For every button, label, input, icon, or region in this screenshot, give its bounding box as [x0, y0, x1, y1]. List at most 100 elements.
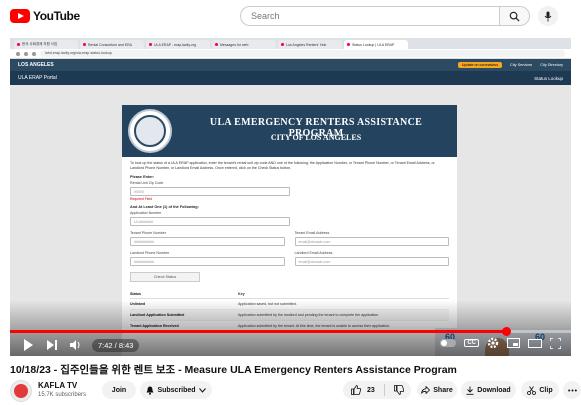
channel-avatar-inner — [14, 384, 28, 398]
program-banner: ULA EMERGENCY RENTERS ASSISTANCE PROGRAM… — [122, 105, 457, 157]
search-button[interactable] — [500, 6, 530, 26]
voice-search-button[interactable] — [538, 6, 558, 26]
browser-tab[interactable]: Messages for web — [212, 40, 276, 49]
zip-code-label: Rental Unit Zip Code — [130, 181, 164, 185]
search-input[interactable]: Search — [240, 6, 500, 26]
browser-tab[interactable]: 한국 사회경제 지원 사업 — [14, 40, 78, 49]
player-controls: 7:42 / 8:43 CC — [10, 334, 571, 356]
channel-avatar[interactable] — [10, 380, 32, 402]
reload-icon[interactable] — [32, 51, 36, 56]
instructions-text: To look up the status of a ULA ERAP appl… — [130, 161, 435, 170]
subscriber-count: 15.7K subscribers — [38, 392, 87, 398]
tab-favicon-icon — [149, 43, 152, 46]
share-icon — [421, 386, 431, 394]
tab-favicon-icon — [83, 43, 86, 46]
like-count: 23 — [367, 386, 375, 394]
browser-tab-active[interactable]: Status Lookup | ULA ERAP — [344, 40, 408, 49]
more-actions-button[interactable] — [563, 381, 581, 399]
youtube-header: YouTube Search — [0, 0, 581, 34]
portal-title[interactable]: ULA ERAP Portal — [18, 75, 57, 81]
share-button[interactable]: Share — [417, 381, 457, 399]
coronavirus-update-link[interactable]: Update on coronavirus — [457, 62, 503, 68]
scissors-icon — [527, 385, 537, 395]
please-enter-label: Please Enter: — [130, 175, 155, 179]
status-column-header: Status — [130, 292, 141, 296]
theater-mode-icon[interactable] — [528, 338, 542, 348]
landlord-phone-input[interactable]: ########## — [130, 257, 285, 266]
search-icon — [509, 11, 520, 22]
play-icon — [24, 339, 33, 351]
required-field-note: Required Field — [130, 197, 153, 201]
application-number-label: Application Number — [130, 211, 162, 215]
channel-row: KAFLA TV 15.7K subscribers Join Subscrib… — [10, 380, 581, 402]
join-button[interactable]: Join — [102, 381, 136, 399]
next-icon — [47, 340, 57, 350]
check-status-button[interactable]: Check Status — [130, 272, 200, 282]
clip-button[interactable]: Clip — [521, 381, 559, 399]
thumbs-down-icon[interactable] — [393, 385, 404, 395]
like-dislike-group: 23 — [343, 381, 411, 399]
video-title: 10/18/23 - 집주인들을 위한 렌트 보조 - Measure ULA … — [10, 364, 457, 376]
browser-address-bar: lahd.erap.lacity.org/ula-erap-status-loo… — [10, 49, 571, 59]
share-label: Share — [433, 386, 453, 394]
microphone-icon — [544, 11, 552, 21]
tenant-email-input[interactable]: email@domain.com — [294, 237, 449, 246]
la-logo[interactable]: LOS ANGELES — [18, 62, 54, 68]
key-column-header: Key — [238, 292, 245, 296]
forward-icon[interactable] — [24, 51, 28, 56]
program-subtitle: CITY OF LOS ANGELES — [270, 133, 362, 142]
fullscreen-icon[interactable] — [550, 337, 561, 349]
tenant-email-label: Tenant Email Address — [294, 231, 330, 235]
youtube-logo[interactable]: YouTube — [10, 9, 80, 23]
download-button[interactable]: Download — [461, 381, 516, 399]
tenant-phone-label: Tenant Phone Number — [130, 231, 166, 235]
browser-tab[interactable]: ULA ERAP - erap.lacity.org — [146, 40, 210, 49]
time-display: 7:42 / 8:43 — [92, 338, 140, 352]
more-horizontal-icon — [567, 389, 577, 391]
status-lookup-link[interactable]: Status Lookup — [534, 76, 563, 81]
like-divider — [383, 384, 385, 396]
browser-tab[interactable]: Los Angeles Renters' Hub — [278, 40, 342, 49]
portal-bar: ULA ERAP Portal Status Lookup — [10, 71, 571, 85]
url-field[interactable]: lahd.erap.lacity.org/ula-erap-status-loo… — [40, 50, 565, 57]
player-controls-right: CC — [440, 337, 561, 349]
browser-tab[interactable]: Rental Consortium and ERA — [80, 40, 144, 49]
tab-favicon-icon — [347, 43, 350, 46]
tenant-contact-row: Tenant Phone Number ########## Tenant Em… — [130, 229, 449, 246]
youtube-logo-text: YouTube — [33, 9, 80, 23]
progress-bar[interactable] — [10, 327, 571, 336]
clip-label: Clip — [539, 386, 553, 394]
volume-icon — [70, 340, 80, 350]
progress-played — [10, 330, 507, 333]
download-label: Download — [477, 386, 511, 394]
volume-button[interactable] — [68, 337, 84, 353]
application-number-input[interactable]: ULA###### — [130, 217, 290, 226]
autoplay-toggle[interactable] — [440, 339, 457, 347]
captions-button[interactable]: CC — [464, 339, 479, 347]
settings-gear-icon[interactable] — [487, 337, 499, 349]
tab-favicon-icon — [215, 43, 218, 46]
chevron-down-icon — [198, 387, 206, 393]
subscribed-label: Subscribed — [157, 386, 196, 394]
city-services-link[interactable]: City Services — [510, 63, 532, 67]
youtube-play-icon — [10, 9, 30, 23]
thumbs-up-icon[interactable] — [351, 385, 361, 395]
landlord-phone-label: Landlord Phone Number — [130, 251, 170, 255]
landlord-email-input[interactable]: email@domain.com — [294, 257, 449, 266]
city-seal-icon — [128, 109, 172, 153]
browser-tab-strip: 한국 사회경제 지원 사업 Rental Consortium and ERA … — [10, 38, 571, 49]
subscribed-button[interactable]: Subscribed — [140, 381, 212, 399]
landlord-contact-row: Landlord Phone Number ########## Landlor… — [130, 249, 449, 266]
city-directory-link[interactable]: City Directory — [540, 63, 563, 67]
tab-favicon-icon — [17, 43, 20, 46]
channel-name[interactable]: KAFLA TV — [38, 381, 77, 390]
landlord-email-label: Landlord Email Address — [294, 251, 333, 255]
download-icon — [466, 386, 474, 395]
back-icon[interactable] — [16, 51, 20, 56]
play-button[interactable] — [20, 337, 36, 353]
miniplayer-icon[interactable] — [507, 338, 520, 348]
tenant-phone-input[interactable]: ########## — [130, 237, 285, 246]
zip-code-input[interactable]: 90000 — [130, 187, 290, 196]
next-button[interactable] — [44, 337, 60, 353]
table-header: Status Key — [130, 290, 449, 299]
